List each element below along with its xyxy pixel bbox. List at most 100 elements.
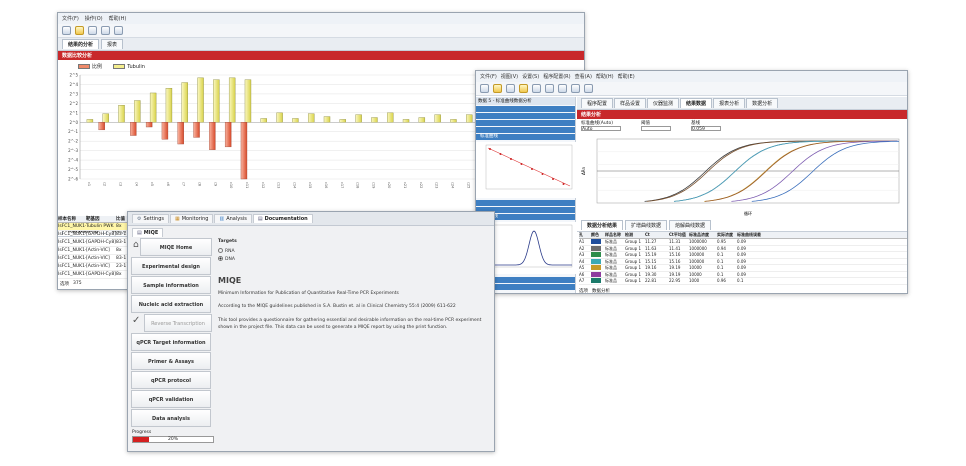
tab-report[interactable]: 报表 <box>101 39 124 49</box>
open-folder-icon[interactable] <box>75 26 84 35</box>
table-row[interactable]: IsFC1_NUK1-hpTubulin PWK8x <box>58 223 133 231</box>
table-row[interactable]: IsFC1_NUK1-hp[Actin-VIC]23-1 <box>58 263 133 271</box>
nav-primer-assays[interactable]: Primer & Assays <box>131 352 211 370</box>
side-seg-4[interactable] <box>476 127 575 133</box>
radio-rna-circle[interactable] <box>218 248 223 253</box>
nav-experimental-design[interactable]: Experimental design <box>131 257 211 275</box>
nav-nucleic-acid-extraction[interactable]: Nucleic acid extraction <box>131 295 211 313</box>
tab-report-2[interactable]: 报表分析 <box>713 98 746 108</box>
field-threshold-input[interactable] <box>641 126 671 131</box>
tab-results[interactable]: 结果数据 <box>680 98 713 108</box>
y-tick-label: 2^2 <box>70 101 79 106</box>
table-row[interactable]: IsFC1_NUK1-hp[GAPDH-Cy8]83-1 <box>58 239 133 247</box>
nav-reverse-transcription[interactable]: Reverse Transcription <box>144 314 212 332</box>
monitor-icon: ▦ <box>175 216 180 222</box>
result-table-row[interactable]: A7 标准品 Group 1 22.81 22.95 1000 0.96 0.1 <box>579 278 907 285</box>
tab-data-analysis[interactable]: 数据分析 <box>746 98 779 108</box>
radio-dna-label: DNA <box>225 257 235 262</box>
radio-rna[interactable]: RNA <box>218 248 490 254</box>
result-cell: 11.63 <box>645 245 657 251</box>
legend-label-tubulin: Tubulin <box>127 64 145 70</box>
main-area: 程序配置 样品设置 仪器监测 结果数据 报表分析 数据分析 结果分析 标准曲线(… <box>577 97 907 293</box>
nav-data-analysis[interactable]: Data analysis <box>131 409 211 427</box>
menu2-settings[interactable]: 设置(S) <box>522 73 539 80</box>
open-folder-icon[interactable] <box>493 84 502 93</box>
tab-samples[interactable]: 样品设置 <box>614 98 647 108</box>
side-seg-3[interactable] <box>476 120 575 126</box>
table-row[interactable]: IsFC1_NUK1-hp[Actin-VIC]8x <box>58 247 133 255</box>
side-seg-5[interactable] <box>476 200 575 206</box>
table-row[interactable]: IsFC1_NUK1-hp[GAPDH-Cy8]8x <box>58 271 133 279</box>
nav-qpcr-protocol[interactable]: qPCR protocol <box>131 371 211 389</box>
menu-file[interactable]: 文件(F) <box>62 15 79 22</box>
grid-icon[interactable] <box>558 84 567 93</box>
x-tick-label: c16 <box>324 182 328 188</box>
side-seg-1[interactable] <box>476 106 575 112</box>
run-icon[interactable] <box>571 84 580 93</box>
result-cell: 标准品 <box>605 239 617 244</box>
tab-amp-data[interactable]: 扩增曲线数据 <box>625 220 668 230</box>
table-cell: IsFC1_NUK1-hp <box>58 272 86 277</box>
export-icon[interactable] <box>519 84 528 93</box>
nav-qpcr-validation[interactable]: qPCR validation <box>131 390 211 408</box>
radio-dna[interactable]: DNA <box>218 256 490 262</box>
side-seg-2[interactable] <box>476 113 575 119</box>
menu2-inspect[interactable]: 查看(A) <box>575 73 592 80</box>
tab-result-data[interactable]: 数据分析结果 <box>581 220 624 230</box>
tab-program[interactable]: 程序配置 <box>581 98 614 108</box>
menu2-help[interactable]: 帮助(H) <box>596 73 614 80</box>
field-baseline-input[interactable]: 0.059 <box>691 126 721 132</box>
bar-tubulin <box>118 105 125 123</box>
y-tick-label: 2^0 <box>70 120 79 125</box>
tab-monitor[interactable]: 仪器监测 <box>647 98 680 108</box>
table-row[interactable]: IsFC1_NUK1-hp[GAPDH-Cy8]83-1 <box>58 231 133 239</box>
table-cell: IsFC1_NUK1-hp <box>58 224 86 229</box>
menu2-help2[interactable]: 帮助(E) <box>618 73 635 80</box>
result-cell: 标准品 <box>605 278 617 283</box>
tab-monitoring[interactable]: ▦ Monitoring <box>170 214 214 223</box>
status2-options[interactable]: 选项 <box>579 288 588 293</box>
bar-tubulin <box>402 119 410 123</box>
table-header: 样本名称 靶基因 比值 <box>58 216 133 223</box>
table-row[interactable]: IsFC1_NUK1-hp[Actin-VIC]83-1 <box>58 255 133 263</box>
table-cell: [Actin-VIC] <box>86 248 110 253</box>
nav-qpcr-target-information[interactable]: qPCR Target information <box>131 333 211 351</box>
result-cell: 0.09 <box>737 252 746 257</box>
menu2-program[interactable]: 程序配置(R) <box>543 73 570 80</box>
tab-melt-data[interactable]: 熔解曲线数据 <box>669 220 712 230</box>
new-file-icon[interactable] <box>62 26 71 35</box>
status-options[interactable]: 选项 <box>60 281 69 287</box>
result-cell: 22.81 <box>645 278 657 283</box>
table-icon[interactable] <box>545 84 554 93</box>
x-tick-label: c24 <box>450 182 454 189</box>
standard-curve-plot <box>476 142 576 198</box>
bar-tubulin <box>149 92 157 123</box>
section-title-bar: 数据比较分析 <box>58 51 584 60</box>
new-file-icon[interactable] <box>480 84 489 93</box>
print-icon[interactable] <box>101 26 110 35</box>
chart-icon[interactable] <box>584 84 593 93</box>
save-icon[interactable] <box>88 26 97 35</box>
std-curve-header[interactable]: 标准曲线 <box>476 134 575 140</box>
tab-documentation-label: Documentation <box>264 216 308 222</box>
radio-dna-circle[interactable] <box>218 256 223 261</box>
save-icon[interactable] <box>506 84 515 93</box>
menu2-view[interactable]: 视图(V) <box>501 73 518 80</box>
menu-help[interactable]: 帮助(H) <box>109 15 127 22</box>
progress-bar: 20% <box>132 436 214 443</box>
tab-analysis-3[interactable]: ▥ Analysis <box>214 214 252 223</box>
menu-operation[interactable]: 操作(O) <box>85 15 103 22</box>
bar-tubulin <box>197 77 204 123</box>
table-cell: IsFC1_NUK1-hp <box>58 232 86 237</box>
save-as-icon[interactable] <box>532 84 541 93</box>
tab-documentation[interactable]: ▤ Documentation <box>252 214 313 223</box>
tab-settings[interactable]: ⚙ Settings <box>132 214 169 223</box>
tab-analysis[interactable]: 结果的分析 <box>62 39 100 49</box>
field-std-select[interactable]: Auto <box>581 126 621 132</box>
settings-icon[interactable] <box>114 26 123 35</box>
menu2-file[interactable]: 文件(F) <box>480 73 497 80</box>
x-tick-label: c4 <box>134 182 138 187</box>
result-column-header: 颜色 <box>591 232 599 237</box>
nav-sample-information[interactable]: Sample information <box>131 276 211 294</box>
nav-miqe-home[interactable]: MIQE Home <box>140 238 212 256</box>
